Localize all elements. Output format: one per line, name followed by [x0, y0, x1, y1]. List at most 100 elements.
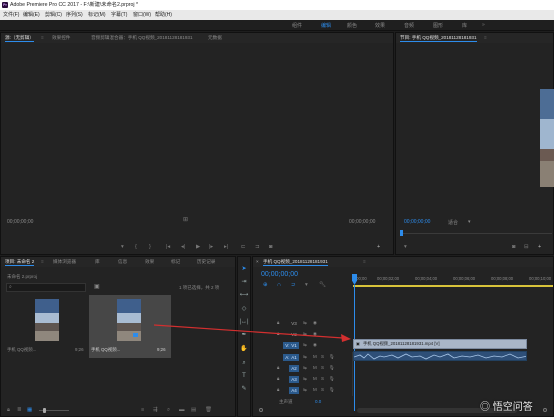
tab-history[interactable]: 历史记录 [197, 259, 215, 265]
workspace-graphics[interactable]: 图形 [433, 22, 443, 29]
sync-lock-icon[interactable]: ⇋ [303, 387, 307, 393]
zoom-tool-icon[interactable]: ⌕ [239, 359, 249, 367]
menu-window[interactable]: 窗口(W) [133, 10, 151, 20]
track-label[interactable]: A2 [289, 365, 299, 372]
wrench-icon[interactable]: 🔧︎ [319, 282, 326, 288]
tab-project[interactable]: 项目: 未命名 2 [5, 259, 35, 266]
mic-icon[interactable]: 🎙︎ [329, 376, 335, 382]
scroll-right-handle-icon[interactable] [543, 408, 547, 412]
tab-program-menu-icon[interactable]: ≡ [484, 35, 487, 40]
track-label[interactable]: A1 [289, 354, 299, 361]
sync-lock-icon[interactable]: ⇋ [303, 365, 307, 371]
project-search-input[interactable]: ⌕ [6, 283, 86, 292]
track-label[interactable]: A4 [289, 387, 299, 394]
add-marker-icon[interactable]: ▾ [305, 282, 308, 288]
type-tool-icon[interactable]: T [239, 372, 249, 380]
menu-title[interactable]: 字幕(T) [111, 10, 127, 20]
menu-edit[interactable]: 编辑(E) [23, 10, 40, 20]
tab-source[interactable]: 源:（无剪辑） [5, 35, 34, 42]
tab-sequence-menu-icon[interactable]: ≡ [363, 259, 366, 264]
mute-icon[interactable]: M [313, 354, 317, 360]
program-scrubber[interactable] [400, 233, 552, 234]
sync-lock-icon[interactable]: ⇋ [303, 376, 307, 382]
source-settings-icon[interactable]: ⊞ [183, 217, 188, 223]
track-lock-icon[interactable]: 🔒︎ [277, 387, 279, 393]
source-step-forward-icon[interactable]: ▸| [224, 244, 228, 250]
track-lock-icon[interactable]: 🔒︎ [277, 365, 279, 371]
workspace-libraries[interactable]: 库 [462, 22, 467, 29]
program-marker-icon[interactable]: ▾ [404, 244, 407, 250]
more-workspaces-icon[interactable]: » [482, 22, 485, 28]
source-in-icon[interactable]: { [135, 244, 137, 250]
tab-program[interactable]: 节目: 手机 QQ视频_20181128181931 [400, 35, 477, 42]
source-frame-back-icon[interactable]: ◂| [181, 244, 185, 250]
solo-icon[interactable]: S [321, 365, 324, 371]
time-ruler[interactable]: :00;00 00;00;02;00 00;00;04;00 00;00;06;… [353, 273, 554, 285]
mute-icon[interactable]: M [313, 376, 317, 382]
new-bin-icon[interactable]: ▣ [94, 283, 100, 290]
master-volume[interactable]: 0.0 [315, 399, 321, 404]
tab-source-menu-icon[interactable]: ≡ [41, 35, 44, 40]
razor-tool-icon[interactable]: ◇ [239, 305, 249, 313]
source-marker-icon[interactable]: ▾ [121, 244, 124, 250]
find-icon[interactable]: ⌕ [167, 407, 170, 413]
menu-marker[interactable]: 标记(M) [88, 10, 106, 20]
menu-clip[interactable]: 剪辑(C) [45, 10, 62, 20]
tab-media-browser[interactable]: 媒体浏览器 [53, 259, 76, 265]
source-overwrite-icon[interactable]: ⊐ [255, 244, 260, 250]
list-view-icon[interactable]: ≣ [17, 407, 22, 413]
tab-info[interactable]: 信息 [118, 259, 127, 265]
tab-effect-controls[interactable]: 效果控件 [52, 35, 70, 41]
menu-help[interactable]: 帮助(H) [155, 10, 172, 20]
source-frame-forward-icon[interactable]: |▸ [209, 244, 213, 250]
program-compare-icon[interactable]: ⊟ [524, 244, 529, 250]
fit-chevron-down-icon[interactable]: ▾ [468, 219, 471, 225]
eyedropper-icon[interactable]: ✎ [239, 385, 249, 393]
mic-icon[interactable]: 🎙︎ [329, 354, 335, 360]
source-add-button-icon[interactable]: + [377, 244, 380, 250]
track-lock-icon[interactable]: 🔒︎ [277, 376, 279, 382]
mic-icon[interactable]: 🎙︎ [329, 387, 335, 393]
tab-effects[interactable]: 效果 [145, 259, 154, 265]
workspace-effects[interactable]: 效果 [375, 22, 385, 29]
timeline-timecode[interactable]: 00;00;00;00 [261, 271, 298, 278]
source-timecode-left[interactable]: 00;00;00;00 [7, 219, 33, 225]
source-export-frame-icon[interactable]: ◙ [269, 244, 272, 250]
program-fit-dropdown[interactable]: 适合 [448, 219, 458, 226]
nest-toggle-icon[interactable]: ⊕ [263, 282, 268, 288]
mic-icon[interactable]: 🎙︎ [329, 365, 335, 371]
tab-markers[interactable]: 标记 [171, 259, 180, 265]
workspace-color[interactable]: 颜色 [347, 22, 357, 29]
tab-metadata[interactable]: 元数据 [208, 35, 222, 41]
icon-view-icon[interactable]: ▦ [27, 407, 32, 413]
solo-icon[interactable]: S [321, 376, 324, 382]
track-select-tool-icon[interactable]: ⇥ [239, 278, 249, 286]
source-step-back-icon[interactable]: |◂ [166, 244, 170, 250]
new-item-icon[interactable]: ▤ [191, 407, 196, 413]
audio-clip[interactable] [353, 351, 527, 361]
source-insert-icon[interactable]: ⊏ [241, 244, 246, 250]
zoom-slider-handle[interactable] [43, 408, 46, 413]
list-item[interactable]: 手机 QQ视频... 9;26 [5, 295, 88, 358]
program-playhead[interactable] [400, 230, 403, 236]
selection-tool-icon[interactable]: ➤ [239, 265, 249, 273]
automate-icon[interactable]: ⇶ [153, 407, 158, 413]
new-bin-bottom-icon[interactable]: ▬ [179, 407, 185, 413]
program-add-button-icon[interactable]: + [538, 244, 541, 250]
hand-tool-icon[interactable]: ✋ [239, 345, 249, 353]
menu-file[interactable]: 文件(F) [3, 10, 19, 20]
mute-icon[interactable]: M [313, 365, 317, 371]
work-area-bar[interactable] [353, 285, 553, 287]
tab-project-menu-icon[interactable]: ≡ [41, 259, 44, 264]
tab-audio-clip-mixer[interactable]: 音频剪辑混合器：手机 QQ视频_20181128181931 [91, 35, 193, 41]
tab-libraries[interactable]: 库 [95, 259, 100, 265]
menu-sequence[interactable]: 序列(S) [66, 10, 83, 20]
solo-icon[interactable]: S [321, 354, 324, 360]
trash-icon[interactable]: 🗑︎ [205, 407, 212, 413]
workspace-audio[interactable]: 音频 [404, 22, 414, 29]
solo-icon[interactable]: S [321, 387, 324, 393]
ripple-edit-tool-icon[interactable]: ⟷ [239, 291, 249, 299]
linked-selection-icon[interactable]: ⊃ [291, 282, 296, 288]
sync-lock-icon[interactable]: ⇋ [303, 354, 307, 360]
lock-icon[interactable]: 🔒︎ [7, 407, 10, 413]
